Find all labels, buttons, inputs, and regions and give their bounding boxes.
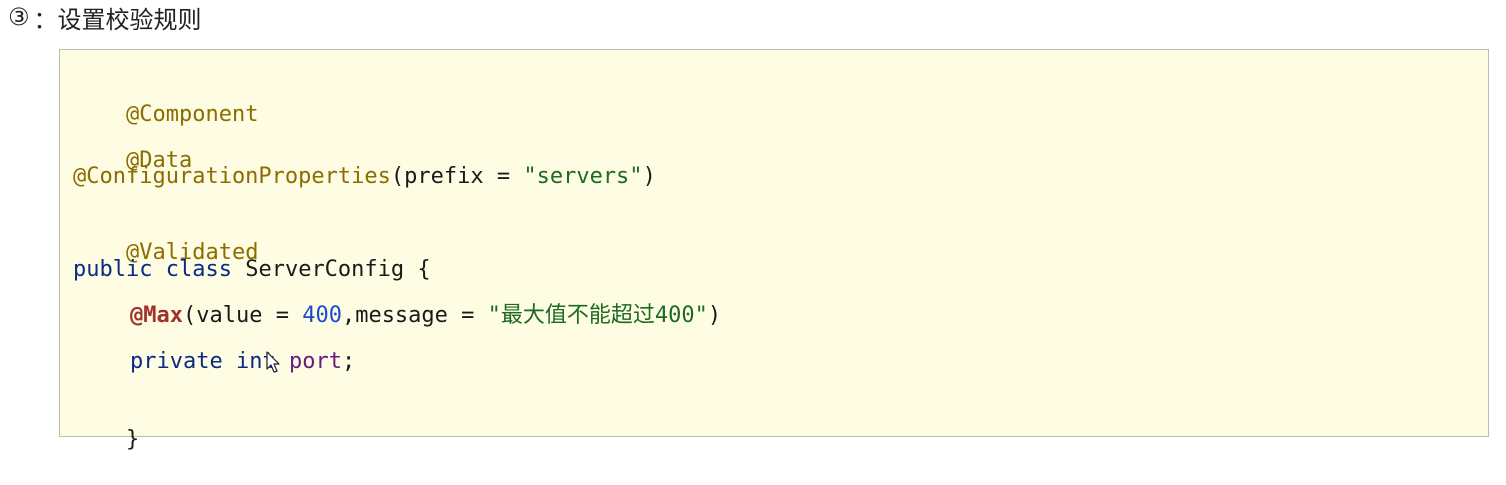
number-400: 400 (302, 303, 342, 328)
annotation-configuration-properties: @ConfigurationProperties (73, 164, 391, 189)
string-message: "最大值不能超过400" (487, 303, 708, 328)
code-message-assign: ,message = (341, 303, 488, 328)
code-semicolon: ; (341, 349, 356, 374)
code-line-8: } (73, 395, 139, 452)
code-line-1: @Component (73, 70, 258, 127)
code-line-2: @Data (73, 116, 192, 173)
code-line-4: @Validated (73, 208, 258, 265)
code-block: @Component @Data @ConfigurationPropertie… (59, 49, 1489, 452)
step-number: ③ (8, 3, 30, 31)
class-name: ServerConfig { (231, 257, 431, 282)
step-title: ：设置校验规则 (33, 5, 202, 34)
keyword-class: class (165, 257, 232, 282)
code-line-5: public class ServerConfig { (73, 255, 431, 285)
keyword-public: public (73, 257, 153, 282)
annotation-max: @Max (130, 303, 183, 328)
closing-brace: } (125, 427, 140, 452)
code-line-7: private int port; (73, 347, 355, 377)
keyword-private: private (130, 349, 223, 374)
code-value-assign: (value = (182, 303, 303, 328)
code-close-paren-2: ) (707, 303, 722, 328)
code-line-6: @Max(value = 400,message = "最大值不能超过400") (73, 301, 721, 331)
string-servers: "servers" (523, 164, 643, 189)
code-line-3: @ConfigurationProperties(prefix = "serve… (73, 162, 656, 192)
keyword-int: int (235, 349, 276, 374)
code-close-paren: ) (642, 164, 656, 189)
step-heading: ③ ：设置校验规则 (8, 0, 202, 34)
field-port: port (288, 349, 342, 374)
code-prefix-assign: (prefix = (390, 164, 524, 189)
